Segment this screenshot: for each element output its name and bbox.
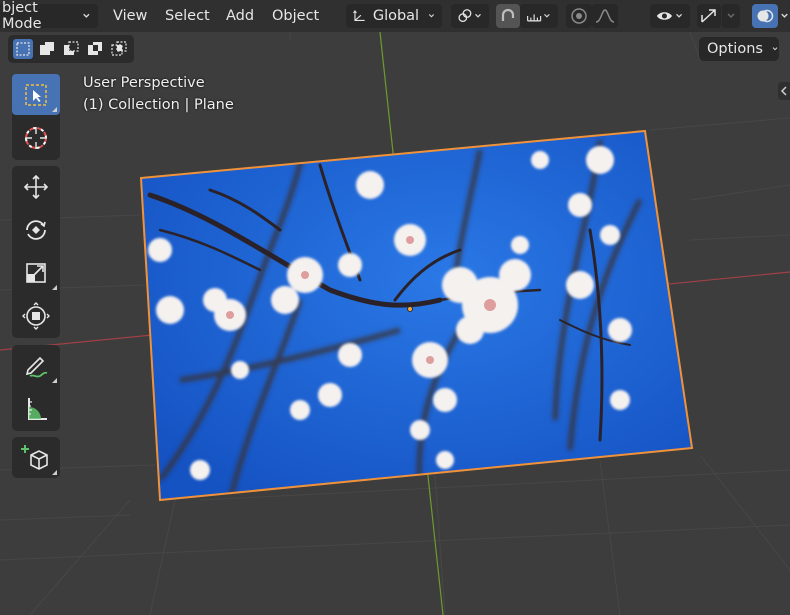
orientation-label: Global (372, 8, 420, 24)
info-separator: | (184, 97, 190, 113)
toolbar-annotate-group (12, 345, 60, 431)
select-extend-button[interactable] (37, 39, 57, 59)
menu-add-label: Add (226, 8, 255, 24)
view-name: User Perspective (83, 75, 205, 91)
menu-view[interactable]: View (113, 4, 147, 28)
options-label: Options (707, 41, 763, 57)
menu-object[interactable]: Object (272, 4, 319, 28)
selection-mode-group (8, 35, 134, 63)
select-subtract-button[interactable] (61, 39, 81, 59)
viewport-header: bject Mode View Select Add Object Global (0, 0, 790, 32)
menu-object-label: Object (272, 8, 320, 24)
3d-viewport[interactable] (0, 0, 790, 615)
gizmo-toggle[interactable] (697, 4, 721, 28)
object-name: Plane (193, 97, 234, 113)
falloff-curve-icon (595, 9, 615, 23)
menu-select-label: Select (165, 8, 210, 24)
mode-label: bject Mode (2, 0, 42, 32)
menu-add[interactable]: Add (226, 4, 254, 28)
proportional-edit-icon (571, 8, 587, 24)
toolbar-transform-group (12, 166, 60, 338)
chevron-down-icon (727, 13, 735, 19)
transform-orientation-dropdown[interactable]: Global (346, 4, 442, 28)
chevron-down-icon (544, 13, 550, 18)
rotate-icon (26, 219, 46, 240)
sidebar-toggle[interactable] (778, 82, 790, 100)
overlays-icon (757, 9, 774, 23)
tool-add-cube[interactable] (12, 437, 60, 478)
eye-icon (656, 12, 673, 20)
tool-rotate[interactable] (12, 209, 60, 250)
pivot-point-dropdown[interactable] (451, 4, 489, 28)
select-subtract-icon (64, 41, 79, 55)
pivot-link-icon (458, 9, 472, 23)
transform-icon (22, 301, 50, 330)
tool-options-indicator (52, 107, 57, 112)
measure-icon (28, 397, 47, 420)
tool-options-indicator (52, 470, 57, 475)
chevron-down-icon (675, 13, 682, 18)
tool-move[interactable] (12, 166, 60, 207)
cursor-icon (25, 126, 47, 149)
toolbar-select-group (12, 74, 60, 160)
toolbar-add-group (12, 437, 60, 478)
active-object-info: (1) Collection | Plane (83, 97, 234, 113)
orientation-axes-icon (353, 9, 365, 22)
tool-transform[interactable] (12, 295, 60, 336)
proportional-editing-toggle[interactable] (566, 4, 592, 28)
options-dropdown[interactable]: Options (699, 37, 779, 61)
tool-cursor[interactable] (12, 117, 60, 158)
snap-target-dropdown[interactable] (520, 4, 558, 28)
chevron-down-icon (772, 47, 778, 51)
tool-measure[interactable] (12, 388, 60, 429)
move-icon (23, 174, 49, 199)
select-new-icon (16, 42, 30, 56)
menu-select[interactable]: Select (165, 4, 210, 28)
gizmo-arrows-icon (701, 9, 716, 23)
mode-dropdown[interactable]: bject Mode (0, 0, 98, 32)
overlays-toggle[interactable] (752, 4, 778, 28)
annotate-icon (25, 356, 48, 377)
magnet-icon (501, 8, 515, 21)
select-box-icon (25, 83, 47, 106)
scale-icon (26, 262, 46, 283)
chevron-down-icon (475, 13, 481, 18)
add-cube-icon (21, 444, 48, 470)
snap-toggle[interactable] (496, 4, 520, 28)
visibility-dropdown[interactable] (650, 4, 690, 28)
select-intersect-icon (111, 41, 127, 56)
chevron-left-icon (780, 86, 787, 96)
object-origin (407, 306, 413, 312)
select-invert-icon (88, 42, 102, 55)
tool-options-indicator (52, 285, 57, 290)
select-intersect-button[interactable] (109, 39, 129, 59)
chevron-down-icon (428, 14, 435, 18)
tool-options-indicator (52, 378, 57, 383)
falloff-dropdown[interactable] (592, 4, 618, 28)
collection-name: (1) Collection (83, 97, 180, 113)
menu-view-label: View (113, 8, 148, 24)
tool-annotate[interactable] (12, 345, 60, 386)
overlays-dropdown[interactable] (779, 4, 790, 28)
chevron-down-icon (781, 13, 788, 18)
snap-increment-icon (527, 14, 542, 22)
viewport-canvas (0, 31, 790, 615)
tool-select-box[interactable] (12, 74, 60, 115)
tool-scale[interactable] (12, 252, 60, 293)
select-new-button[interactable] (13, 39, 33, 59)
select-invert-button[interactable] (85, 39, 105, 59)
gizmo-dropdown[interactable] (722, 4, 740, 28)
image-plane (141, 131, 692, 500)
select-extend-icon (40, 42, 54, 55)
chevron-down-icon (83, 13, 90, 18)
